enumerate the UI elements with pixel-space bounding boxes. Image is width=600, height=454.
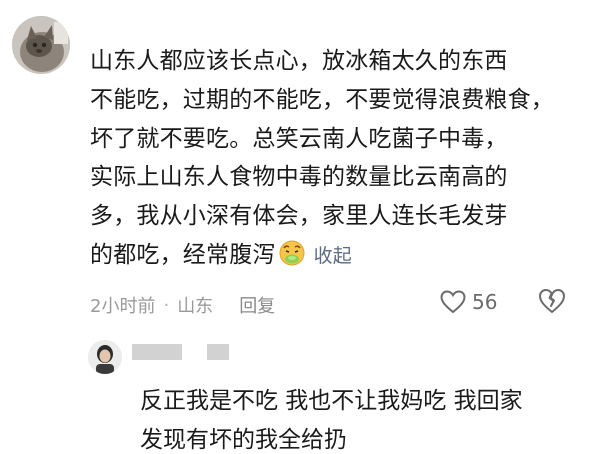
reply-avatar[interactable] (88, 340, 122, 374)
timestamp: 2小时前 (90, 296, 156, 317)
heart-icon (440, 290, 466, 314)
reply-card: 反正我是不吃 我也不让我妈吃 我回家 发现有坏的我全给扔 (0, 330, 600, 454)
redacted-username (132, 344, 182, 360)
like-button[interactable]: 56 (440, 290, 497, 314)
reply-button[interactable]: 回复 (239, 292, 275, 318)
comment-line: 山东人都应该长点心，放冰箱太久的东西 (90, 48, 508, 74)
comment-text: 山东人都应该长点心，放冰箱太久的东西 不能吃，过期的不能吃，不要觉得浪费粮食， … (90, 42, 590, 276)
like-count: 56 (472, 290, 498, 314)
comment-card: 山东人都应该长点心，放冰箱太久的东西 不能吃，过期的不能吃，不要觉得浪费粮食， … (0, 0, 600, 330)
comment-line: 坏了就不要吃。总笑云南人吃菌子中毒， (90, 125, 508, 152)
sick-face-emoji-icon (278, 239, 306, 267)
comment-meta: 2小时前 · 山东 回复 56 (90, 288, 590, 322)
person-avatar-image (88, 340, 122, 374)
redacted-tag (207, 344, 229, 360)
location-label: 山东 (177, 296, 214, 317)
broken-heart-icon[interactable] (538, 288, 568, 318)
reply-line: 反正我是不吃 我也不让我妈吃 我回家 (140, 388, 523, 414)
comment-line: 的都吃，经常腹泻 (90, 241, 276, 268)
comment-line: 实际上山东人食物中毒的数量比云南高的 (90, 164, 508, 191)
comment-line: 不能吃，过期的不能吃，不要觉得浪费粮食， (90, 86, 554, 113)
collapse-link[interactable]: 收起 (314, 245, 352, 267)
meta-separator: · (163, 294, 170, 316)
comment-last-line: 的都吃，经常腹泻 收起 (90, 236, 590, 276)
reply-text: 反正我是不吃 我也不让我妈吃 我回家 发现有坏的我全给扔 (140, 382, 590, 454)
comment-line: 多，我从小深有体会，家里人连长毛发芽 (90, 203, 508, 230)
avatar[interactable] (12, 16, 70, 74)
cat-avatar-image (12, 16, 70, 74)
reply-line: 发现有坏的我全给扔 (140, 427, 347, 453)
